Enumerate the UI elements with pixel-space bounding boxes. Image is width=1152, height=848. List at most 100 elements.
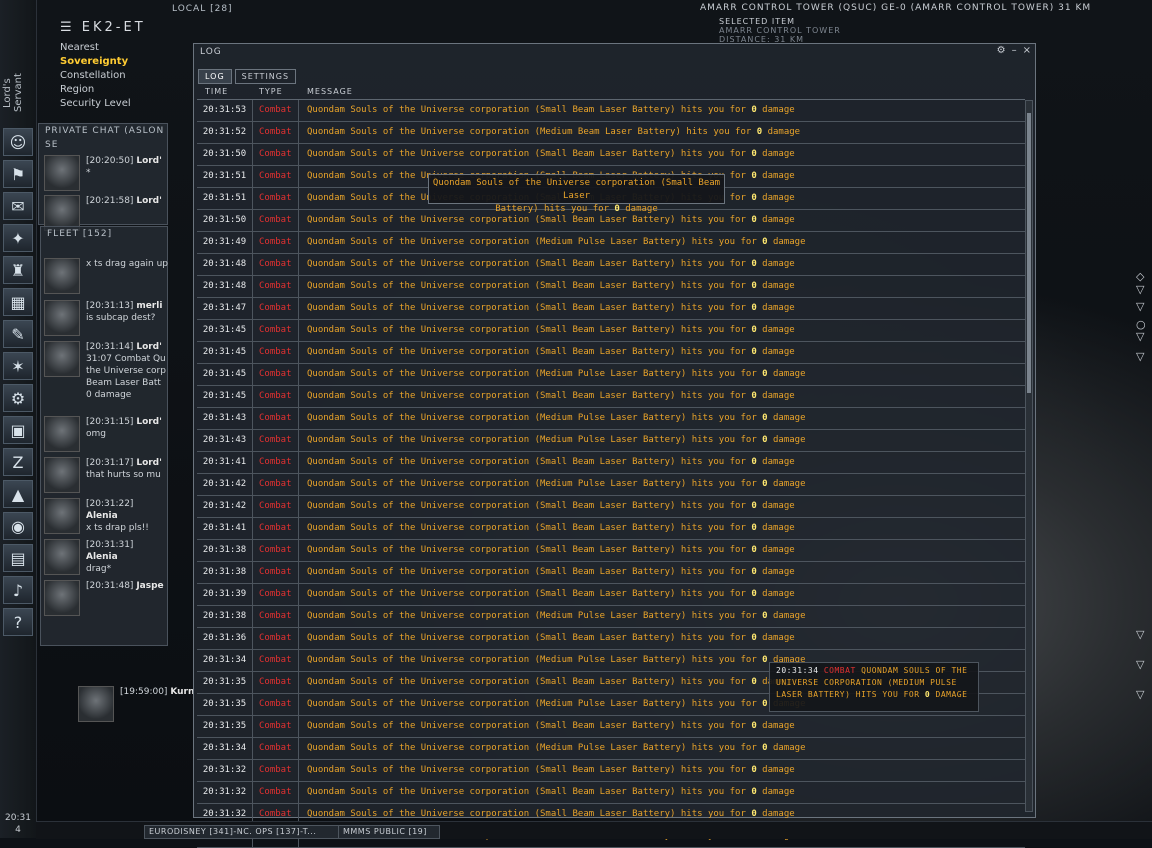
- market-icon[interactable]: ▣: [3, 416, 33, 444]
- character-sheet-icon[interactable]: ☺: [3, 128, 33, 156]
- log-message: Quondam Souls of the Universe corporatio…: [307, 303, 795, 313]
- log-row[interactable]: 20:31:45 Combat Quondam Souls of the Unive…: [197, 364, 1025, 386]
- location-item-region[interactable]: Region: [60, 83, 131, 97]
- fitting-icon[interactable]: ⚙: [3, 384, 33, 412]
- log-message: Quondam Souls of the Universe corporatio…: [307, 611, 806, 621]
- overview-toggle-icon[interactable]: ◇: [1136, 270, 1144, 283]
- taskbar-chat-tab[interactable]: MMMS PUBLIC [19]: [338, 825, 440, 839]
- log-row[interactable]: 20:31:32 Combat Quondam Souls of the Unive…: [197, 760, 1025, 782]
- log-row[interactable]: 20:31:45 Combat Quondam Souls of the Unive…: [197, 320, 1025, 342]
- avatar[interactable]: [44, 155, 80, 191]
- log-time: 20:31:48: [197, 254, 253, 275]
- log-type: Combat: [253, 760, 299, 781]
- local-panel: LOCAL [28]: [166, 2, 428, 18]
- assets-icon[interactable]: ▦: [3, 288, 33, 316]
- log-row[interactable]: 20:31:48 Combat Quondam Souls of the Unive…: [197, 276, 1025, 298]
- settings-icon[interactable]: ⚙: [997, 45, 1006, 56]
- log-window-title: LOG: [200, 47, 222, 57]
- log-row[interactable]: 20:31:47 Combat Quondam Souls of the Unive…: [197, 298, 1025, 320]
- avatar[interactable]: [44, 580, 80, 616]
- log-row[interactable]: 20:31:42 Combat Quondam Souls of the Unive…: [197, 496, 1025, 518]
- log-row[interactable]: 20:31:41 Combat Quondam Souls of the Unive…: [197, 452, 1025, 474]
- contracts-icon[interactable]: ▲: [3, 480, 33, 508]
- tab-settings[interactable]: SETTINGS: [234, 69, 297, 84]
- science-icon[interactable]: Z: [3, 448, 33, 476]
- scrollbar-thumb[interactable]: [1027, 113, 1031, 393]
- collapse-icon[interactable]: ▽: [1136, 283, 1144, 296]
- help-icon[interactable]: ?: [3, 608, 33, 636]
- chat-message-text: [20:21:58] Lord': [86, 196, 162, 206]
- column-header-type[interactable]: TYPE: [259, 87, 283, 96]
- log-type: Combat: [253, 694, 299, 715]
- collapse-icon[interactable]: ▽: [1136, 350, 1144, 363]
- location-item-nearest[interactable]: Nearest: [60, 41, 131, 55]
- log-type: Combat: [253, 166, 299, 187]
- location-item-security[interactable]: Security Level: [60, 97, 131, 111]
- log-time: 20:31:42: [197, 496, 253, 517]
- avatar[interactable]: [44, 457, 80, 493]
- avatar[interactable]: [44, 539, 80, 575]
- location-item-sovereignty[interactable]: Sovereignty: [60, 55, 131, 69]
- audio-icon[interactable]: ♪: [3, 576, 33, 604]
- log-row[interactable]: 20:31:50 Combat Quondam Souls of the Unive…: [197, 144, 1025, 166]
- log-scrollbar[interactable]: [1025, 100, 1033, 812]
- log-row[interactable]: 20:31:39 Combat Quondam Souls of the Unive…: [197, 584, 1025, 606]
- log-time: 20:31:45: [197, 320, 253, 341]
- log-row[interactable]: 20:31:49 Combat Quondam Souls of the Unive…: [197, 232, 1025, 254]
- log-row[interactable]: 20:31:42 Combat Quondam Souls of the Unive…: [197, 474, 1025, 496]
- tab-log[interactable]: LOG: [198, 69, 232, 84]
- avatar[interactable]: [44, 300, 80, 336]
- collapse-icon[interactable]: ▽: [1136, 300, 1144, 313]
- chat-message: [20:31:17] Lord' that hurts so mu: [40, 457, 168, 495]
- log-row[interactable]: 20:31:34 Combat Quondam Souls of the Unive…: [197, 738, 1025, 760]
- log-type: Combat: [253, 650, 299, 671]
- log-row[interactable]: 20:31:43 Combat Quondam Souls of the Unive…: [197, 430, 1025, 452]
- avatar[interactable]: [44, 498, 80, 534]
- log-message: Quondam Souls of the Universe corporatio…: [307, 457, 795, 467]
- log-row[interactable]: 20:31:38 Combat Quondam Souls of the Unive…: [197, 540, 1025, 562]
- journal-icon[interactable]: ▤: [3, 544, 33, 572]
- log-row[interactable]: 20:31:45 Combat Quondam Souls of the Unive…: [197, 386, 1025, 408]
- avatar[interactable]: [44, 341, 80, 377]
- column-header-time[interactable]: TIME: [205, 87, 228, 96]
- log-row[interactable]: 20:31:52 Combat Quondam Souls of the Unive…: [197, 122, 1025, 144]
- corporation-icon[interactable]: ♜: [3, 256, 33, 284]
- log-row[interactable]: 20:31:35 Combat Quondam Souls of the Unive…: [197, 716, 1025, 738]
- taskbar-chat-tab[interactable]: EURODISNEY [341]-NC. OPS [137]-T...: [144, 825, 340, 839]
- location-item-constellation[interactable]: Constellation: [60, 69, 131, 83]
- log-row[interactable]: 20:31:41 Combat Quondam Souls of the Unive…: [197, 518, 1025, 540]
- notepad-icon[interactable]: ✎: [3, 320, 33, 348]
- collapse-icon[interactable]: ▽: [1136, 330, 1144, 343]
- collapse-icon[interactable]: ▽: [1136, 628, 1144, 641]
- scanner-icon[interactable]: ◉: [3, 512, 33, 540]
- log-row[interactable]: 20:31:32 Combat Quondam Souls of the Unive…: [197, 782, 1025, 804]
- column-header-message[interactable]: MESSAGE: [307, 87, 353, 96]
- map-icon[interactable]: ✶: [3, 352, 33, 380]
- close-icon[interactable]: ×: [1023, 45, 1031, 56]
- people-places-icon[interactable]: ⚑: [3, 160, 33, 188]
- log-row[interactable]: 20:31:45 Combat Quondam Souls of the Unive…: [197, 342, 1025, 364]
- chat-message-text: [20:31:31] Alenia drag*: [86, 540, 134, 574]
- log-type: Combat: [253, 496, 299, 517]
- log-row[interactable]: 20:31:38 Combat Quondam Souls of the Unive…: [197, 562, 1025, 584]
- log-time: 20:31:41: [197, 452, 253, 473]
- tooltip-line2: Battery) hits you for 0 damage: [495, 204, 658, 214]
- chat-message-text: [20:31:22] Alenia x ts drap pls!!: [86, 499, 149, 533]
- wallet-icon[interactable]: ✦: [3, 224, 33, 252]
- notification-time: 20:31:34: [776, 666, 819, 675]
- log-row[interactable]: 20:31:43 Combat Quondam Souls of the Unive…: [197, 408, 1025, 430]
- avatar[interactable]: [44, 258, 80, 294]
- collapse-icon[interactable]: ▽: [1136, 688, 1144, 701]
- log-row[interactable]: 20:31:53 Combat Quondam Souls of the Unive…: [197, 100, 1025, 122]
- minimize-icon[interactable]: –: [1012, 45, 1017, 56]
- avatar[interactable]: [44, 416, 80, 452]
- log-row[interactable]: 20:31:38 Combat Quondam Souls of the Unive…: [197, 606, 1025, 628]
- collapse-icon[interactable]: ▽: [1136, 658, 1144, 671]
- chat-message: [20:31:31] Alenia drag*: [40, 539, 168, 577]
- log-time: 20:31:43: [197, 408, 253, 429]
- mail-icon[interactable]: ✉: [3, 192, 33, 220]
- window-controls: ⚙ – ×: [991, 45, 1031, 56]
- avatar[interactable]: [78, 686, 114, 722]
- log-row[interactable]: 20:31:48 Combat Quondam Souls of the Unive…: [197, 254, 1025, 276]
- log-row[interactable]: 20:31:36 Combat Quondam Souls of the Unive…: [197, 628, 1025, 650]
